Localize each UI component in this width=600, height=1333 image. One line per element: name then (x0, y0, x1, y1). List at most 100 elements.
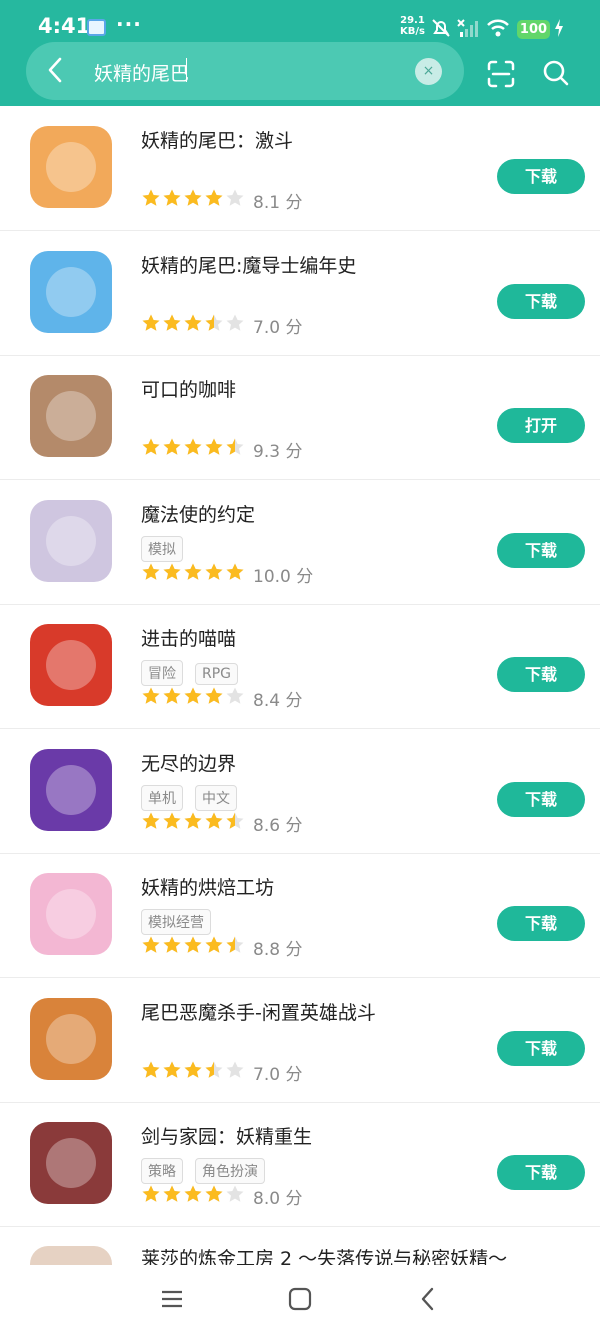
star-half-icon (205, 314, 223, 331)
star-rating (141, 562, 246, 586)
app-title: 妖精的烘焙工坊 (141, 877, 275, 899)
battery-indicator: 100 (517, 20, 550, 39)
list-item[interactable]: 无尽的边界 单机 中文 8.6 分下载 (0, 729, 600, 854)
star-full-icon (184, 314, 202, 331)
star-empty-icon (226, 189, 244, 206)
search-box[interactable] (26, 42, 464, 100)
list-item[interactable]: 妖精的尾巴：激斗 8.1 分 下载 (0, 106, 600, 231)
download-button[interactable]: 下载 (497, 781, 585, 817)
star-empty-icon (226, 1061, 244, 1078)
star-full-icon (163, 687, 181, 704)
star-full-icon (184, 936, 202, 953)
rating-score: 10.0 分 (253, 566, 314, 587)
star-full-icon (226, 563, 244, 580)
message-notification-icon (87, 19, 106, 36)
rating-score: 7.0 分 (253, 1064, 303, 1085)
rating-score: 7.0 分 (253, 317, 303, 338)
scan-icon[interactable] (486, 59, 516, 89)
list-item[interactable]: 魔法使的约定模拟 10.0 分 下载 (0, 480, 600, 605)
text-caret (186, 58, 187, 82)
download-button[interactable]: 下载 (497, 159, 585, 194)
star-rating (141, 313, 246, 337)
list-item[interactable]: 剑与家园：妖精重生 策略 角色扮演 8.0 分 下载 (0, 1102, 600, 1227)
sword-home-icon (30, 1122, 112, 1204)
star-full-icon (142, 189, 160, 206)
open-button[interactable]: 打开 (497, 408, 585, 443)
star-full-icon (205, 563, 223, 580)
header: 4:41 ··· 29.1 KB/s 100 妖精的尾巴 × (0, 0, 600, 106)
rating-score: 9.3 分 (253, 442, 303, 462)
star-full-icon (142, 563, 160, 580)
list-item-partial[interactable]: 莱莎的炼金工房 2 ～失落传说与秘密妖精～ (0, 1226, 600, 1266)
app-icon-artwork (46, 1013, 96, 1064)
home-icon[interactable] (287, 1286, 313, 1312)
app-title: 魔法使的约定 (141, 503, 256, 526)
app-icon-artwork (46, 889, 96, 939)
star-full-icon (184, 1061, 202, 1078)
list-item[interactable]: 进击的喵喵 冒险 RPG 8.4 分 下载 (0, 604, 600, 729)
list-item[interactable]: 妖精的尾巴:魔导士编年史 7.0 分 下载 (0, 231, 600, 356)
search-input[interactable]: 妖精的尾巴 (94, 59, 189, 86)
download-button[interactable]: 下载 (497, 283, 585, 319)
star-full-icon (142, 314, 160, 331)
fairy-tail-chronicle-icon (30, 250, 112, 333)
tag-list: 单机 中文 (141, 784, 249, 811)
status-bar: 4:41 ··· 29.1 KB/s 100 (0, 0, 600, 42)
star-half-icon (226, 812, 244, 829)
app-title: 尾巴恶魔杀手-闲置英雄战斗 (141, 1001, 376, 1024)
star-empty-icon (226, 314, 244, 331)
star-rating (141, 188, 246, 212)
app-icon-artwork (46, 640, 96, 690)
star-full-icon (205, 1185, 223, 1202)
star-full-icon (184, 687, 202, 704)
back-nav-icon[interactable] (417, 1286, 439, 1312)
app-icon-artwork (46, 515, 96, 566)
clock: 4:41 (38, 14, 91, 38)
wizard-promise-icon (30, 499, 112, 582)
download-button[interactable]: 下载 (497, 657, 585, 692)
tag-list: 模拟 (141, 535, 195, 562)
download-button[interactable]: 下载 (497, 532, 585, 568)
list-item[interactable]: 尾巴恶魔杀手-闲置英雄战斗 7.0 分 下载 (0, 978, 600, 1103)
search-icon[interactable] (541, 58, 571, 88)
category-tag: 策略 (141, 1158, 183, 1184)
download-button[interactable]: 下载 (497, 906, 585, 941)
star-full-icon (142, 1061, 160, 1078)
star-full-icon (142, 936, 160, 953)
menu-icon[interactable] (160, 1287, 184, 1311)
star-rating (141, 437, 246, 461)
download-button[interactable]: 下载 (497, 1155, 585, 1190)
app-title: 妖精的尾巴:魔导士编年史 (141, 254, 357, 277)
star-empty-icon (226, 1185, 244, 1202)
coffee-icon (30, 375, 112, 457)
star-full-icon (184, 438, 202, 455)
mute-bell-icon (432, 19, 450, 37)
star-rating (141, 1184, 246, 1208)
back-icon[interactable] (44, 56, 68, 84)
rating-score: 8.1 分 (253, 193, 303, 213)
star-full-icon (205, 189, 223, 206)
star-full-icon (163, 438, 181, 455)
app-icon-partial (30, 1246, 112, 1266)
star-rating (141, 811, 246, 835)
star-full-icon (142, 438, 160, 455)
clear-search-button[interactable]: × (415, 58, 442, 85)
category-tag: 模拟 (141, 535, 183, 562)
star-full-icon (163, 812, 181, 829)
app-icon-artwork (46, 266, 96, 317)
rating-score: 8.4 分 (253, 691, 303, 711)
list-item[interactable]: 可口的咖啡 9.3 分 打开 (0, 355, 600, 480)
star-rating (141, 935, 246, 959)
network-speed: 29.1 KB/s (400, 15, 425, 37)
app-title: 无尽的边界 (141, 752, 237, 775)
app-title: 妖精的尾巴：激斗 (141, 130, 294, 152)
list-item[interactable]: 妖精的烘焙工坊 模拟经营 8.8 分 下载 (0, 853, 600, 978)
rating-score: 8.0 分 (253, 1189, 303, 1209)
more-notifications-dots: ··· (116, 12, 142, 36)
star-full-icon (163, 1185, 181, 1202)
download-button[interactable]: 下载 (497, 1030, 585, 1066)
star-full-icon (184, 1185, 202, 1202)
endless-frontier-icon (30, 748, 112, 831)
category-tag: 模拟经营 (141, 909, 211, 935)
star-full-icon (142, 687, 160, 704)
